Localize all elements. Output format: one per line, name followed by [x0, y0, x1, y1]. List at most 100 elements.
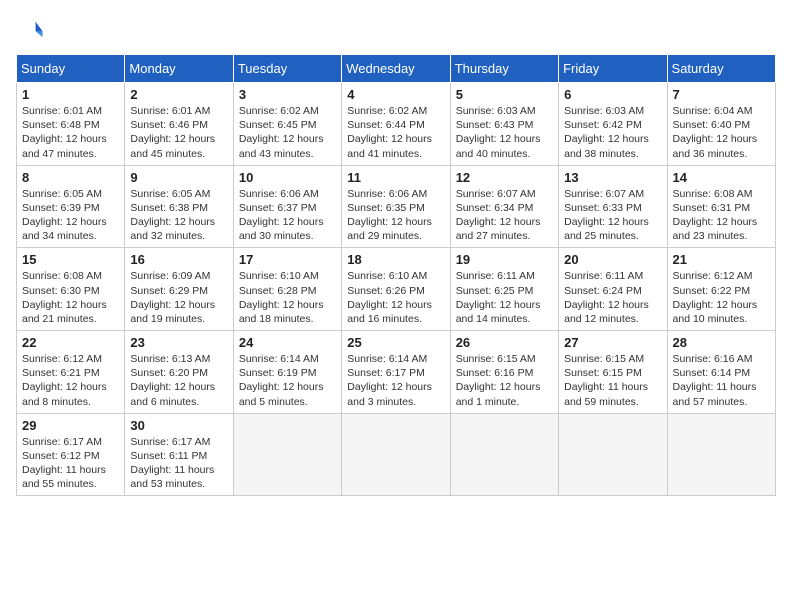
calendar-cell: 9 Sunrise: 6:05 AM Sunset: 6:38 PM Dayli… — [125, 165, 233, 248]
day-info: Sunrise: 6:08 AM Sunset: 6:30 PM Dayligh… — [22, 269, 119, 326]
calendar-cell: 13 Sunrise: 6:07 AM Sunset: 6:33 PM Dayl… — [559, 165, 667, 248]
day-info: Sunrise: 6:04 AM Sunset: 6:40 PM Dayligh… — [673, 104, 770, 161]
day-info: Sunrise: 6:06 AM Sunset: 6:37 PM Dayligh… — [239, 187, 336, 244]
day-number: 19 — [456, 252, 553, 267]
day-number: 30 — [130, 418, 227, 433]
day-info: Sunrise: 6:15 AM Sunset: 6:15 PM Dayligh… — [564, 352, 661, 409]
calendar-cell: 20 Sunrise: 6:11 AM Sunset: 6:24 PM Dayl… — [559, 248, 667, 331]
day-number: 9 — [130, 170, 227, 185]
day-info: Sunrise: 6:06 AM Sunset: 6:35 PM Dayligh… — [347, 187, 444, 244]
calendar-cell: 14 Sunrise: 6:08 AM Sunset: 6:31 PM Dayl… — [667, 165, 775, 248]
column-header-tuesday: Tuesday — [233, 55, 341, 83]
week-row-1: 1 Sunrise: 6:01 AM Sunset: 6:48 PM Dayli… — [17, 83, 776, 166]
calendar-cell: 4 Sunrise: 6:02 AM Sunset: 6:44 PM Dayli… — [342, 83, 450, 166]
calendar-cell — [342, 413, 450, 496]
day-number: 10 — [239, 170, 336, 185]
day-info: Sunrise: 6:13 AM Sunset: 6:20 PM Dayligh… — [130, 352, 227, 409]
day-number: 23 — [130, 335, 227, 350]
calendar-cell: 28 Sunrise: 6:16 AM Sunset: 6:14 PM Dayl… — [667, 331, 775, 414]
day-info: Sunrise: 6:15 AM Sunset: 6:16 PM Dayligh… — [456, 352, 553, 409]
calendar-cell — [450, 413, 558, 496]
calendar-cell: 30 Sunrise: 6:17 AM Sunset: 6:11 PM Dayl… — [125, 413, 233, 496]
calendar-cell: 23 Sunrise: 6:13 AM Sunset: 6:20 PM Dayl… — [125, 331, 233, 414]
day-number: 21 — [673, 252, 770, 267]
day-number: 26 — [456, 335, 553, 350]
day-number: 4 — [347, 87, 444, 102]
day-number: 7 — [673, 87, 770, 102]
day-number: 8 — [22, 170, 119, 185]
logo-icon — [16, 16, 44, 44]
day-number: 29 — [22, 418, 119, 433]
calendar-cell: 24 Sunrise: 6:14 AM Sunset: 6:19 PM Dayl… — [233, 331, 341, 414]
column-header-wednesday: Wednesday — [342, 55, 450, 83]
calendar-cell: 27 Sunrise: 6:15 AM Sunset: 6:15 PM Dayl… — [559, 331, 667, 414]
calendar-cell — [559, 413, 667, 496]
day-info: Sunrise: 6:01 AM Sunset: 6:48 PM Dayligh… — [22, 104, 119, 161]
calendar-cell: 2 Sunrise: 6:01 AM Sunset: 6:46 PM Dayli… — [125, 83, 233, 166]
day-number: 24 — [239, 335, 336, 350]
day-number: 1 — [22, 87, 119, 102]
day-info: Sunrise: 6:03 AM Sunset: 6:42 PM Dayligh… — [564, 104, 661, 161]
day-number: 16 — [130, 252, 227, 267]
day-number: 5 — [456, 87, 553, 102]
calendar-cell: 7 Sunrise: 6:04 AM Sunset: 6:40 PM Dayli… — [667, 83, 775, 166]
calendar-header: SundayMondayTuesdayWednesdayThursdayFrid… — [17, 55, 776, 83]
day-info: Sunrise: 6:14 AM Sunset: 6:17 PM Dayligh… — [347, 352, 444, 409]
calendar-cell: 10 Sunrise: 6:06 AM Sunset: 6:37 PM Dayl… — [233, 165, 341, 248]
day-number: 25 — [347, 335, 444, 350]
calendar-cell: 21 Sunrise: 6:12 AM Sunset: 6:22 PM Dayl… — [667, 248, 775, 331]
day-info: Sunrise: 6:07 AM Sunset: 6:33 PM Dayligh… — [564, 187, 661, 244]
calendar-cell: 11 Sunrise: 6:06 AM Sunset: 6:35 PM Dayl… — [342, 165, 450, 248]
day-info: Sunrise: 6:16 AM Sunset: 6:14 PM Dayligh… — [673, 352, 770, 409]
day-number: 27 — [564, 335, 661, 350]
week-row-4: 22 Sunrise: 6:12 AM Sunset: 6:21 PM Dayl… — [17, 331, 776, 414]
week-row-3: 15 Sunrise: 6:08 AM Sunset: 6:30 PM Dayl… — [17, 248, 776, 331]
day-info: Sunrise: 6:01 AM Sunset: 6:46 PM Dayligh… — [130, 104, 227, 161]
day-info: Sunrise: 6:10 AM Sunset: 6:28 PM Dayligh… — [239, 269, 336, 326]
calendar-cell: 16 Sunrise: 6:09 AM Sunset: 6:29 PM Dayl… — [125, 248, 233, 331]
calendar-cell: 19 Sunrise: 6:11 AM Sunset: 6:25 PM Dayl… — [450, 248, 558, 331]
day-info: Sunrise: 6:05 AM Sunset: 6:38 PM Dayligh… — [130, 187, 227, 244]
week-row-5: 29 Sunrise: 6:17 AM Sunset: 6:12 PM Dayl… — [17, 413, 776, 496]
column-header-thursday: Thursday — [450, 55, 558, 83]
day-number: 11 — [347, 170, 444, 185]
column-header-saturday: Saturday — [667, 55, 775, 83]
day-number: 22 — [22, 335, 119, 350]
day-number: 17 — [239, 252, 336, 267]
calendar-cell: 5 Sunrise: 6:03 AM Sunset: 6:43 PM Dayli… — [450, 83, 558, 166]
header-row: SundayMondayTuesdayWednesdayThursdayFrid… — [17, 55, 776, 83]
day-info: Sunrise: 6:17 AM Sunset: 6:12 PM Dayligh… — [22, 435, 119, 492]
day-info: Sunrise: 6:10 AM Sunset: 6:26 PM Dayligh… — [347, 269, 444, 326]
calendar-cell: 18 Sunrise: 6:10 AM Sunset: 6:26 PM Dayl… — [342, 248, 450, 331]
calendar-cell: 12 Sunrise: 6:07 AM Sunset: 6:34 PM Dayl… — [450, 165, 558, 248]
column-header-monday: Monday — [125, 55, 233, 83]
calendar-cell: 17 Sunrise: 6:10 AM Sunset: 6:28 PM Dayl… — [233, 248, 341, 331]
day-info: Sunrise: 6:02 AM Sunset: 6:44 PM Dayligh… — [347, 104, 444, 161]
calendar: SundayMondayTuesdayWednesdayThursdayFrid… — [16, 54, 776, 496]
column-header-sunday: Sunday — [17, 55, 125, 83]
day-number: 13 — [564, 170, 661, 185]
day-number: 6 — [564, 87, 661, 102]
day-info: Sunrise: 6:02 AM Sunset: 6:45 PM Dayligh… — [239, 104, 336, 161]
calendar-cell: 1 Sunrise: 6:01 AM Sunset: 6:48 PM Dayli… — [17, 83, 125, 166]
page-header — [16, 16, 776, 44]
calendar-body: 1 Sunrise: 6:01 AM Sunset: 6:48 PM Dayli… — [17, 83, 776, 496]
calendar-cell: 8 Sunrise: 6:05 AM Sunset: 6:39 PM Dayli… — [17, 165, 125, 248]
day-number: 14 — [673, 170, 770, 185]
week-row-2: 8 Sunrise: 6:05 AM Sunset: 6:39 PM Dayli… — [17, 165, 776, 248]
day-number: 18 — [347, 252, 444, 267]
day-number: 12 — [456, 170, 553, 185]
day-info: Sunrise: 6:17 AM Sunset: 6:11 PM Dayligh… — [130, 435, 227, 492]
logo — [16, 16, 48, 44]
day-info: Sunrise: 6:08 AM Sunset: 6:31 PM Dayligh… — [673, 187, 770, 244]
day-info: Sunrise: 6:14 AM Sunset: 6:19 PM Dayligh… — [239, 352, 336, 409]
column-header-friday: Friday — [559, 55, 667, 83]
calendar-cell: 26 Sunrise: 6:15 AM Sunset: 6:16 PM Dayl… — [450, 331, 558, 414]
calendar-cell: 15 Sunrise: 6:08 AM Sunset: 6:30 PM Dayl… — [17, 248, 125, 331]
calendar-cell — [233, 413, 341, 496]
day-info: Sunrise: 6:11 AM Sunset: 6:24 PM Dayligh… — [564, 269, 661, 326]
calendar-cell: 25 Sunrise: 6:14 AM Sunset: 6:17 PM Dayl… — [342, 331, 450, 414]
day-info: Sunrise: 6:11 AM Sunset: 6:25 PM Dayligh… — [456, 269, 553, 326]
day-number: 3 — [239, 87, 336, 102]
day-number: 20 — [564, 252, 661, 267]
